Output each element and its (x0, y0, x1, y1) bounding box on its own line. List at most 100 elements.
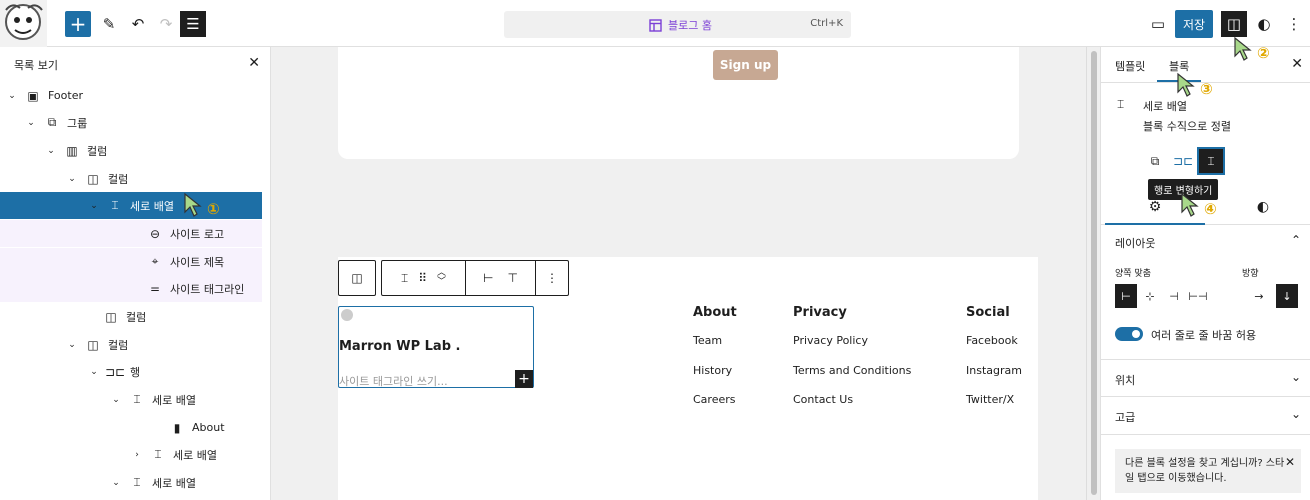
arrow-right-icon[interactable]: → (1248, 284, 1270, 308)
desktop-icon: ▭ (1150, 15, 1166, 33)
arrow-down-icon[interactable]: ↓ (1276, 284, 1298, 308)
list-view-item[interactable]: ◫ 컬럼 (0, 303, 262, 330)
styles-moved-notice: 다른 블록 설정을 찾고 계십니까? 스타일 탭으로 이동했습니다. ✕ (1115, 449, 1301, 493)
advanced-panel-header[interactable]: 고급 ⌄ (1101, 397, 1310, 435)
justify-label: 양쪽 맞춤 (1115, 269, 1151, 279)
chevron-icon[interactable]: ⌄ (66, 340, 78, 350)
site-tagline-input[interactable]: 사이트 태그라인 쓰기... (339, 373, 448, 389)
cursor-arrow-icon (1181, 192, 1199, 217)
more-options-button[interactable]: ⋮ (1281, 11, 1307, 37)
move-arrows-icon[interactable]: ︿ ﹀ (437, 269, 446, 287)
footer-heading: Privacy (793, 305, 847, 320)
chevron-icon[interactable]: ⌄ (110, 478, 122, 488)
settings-button[interactable]: ◫ (1221, 11, 1247, 37)
list-view-item-label: 세로 배열 (152, 476, 196, 490)
transform-group-button[interactable]: ⧉ (1141, 147, 1169, 175)
list-view-item[interactable]: ⌖ 사이트 제목 (0, 248, 262, 275)
list-view-item[interactable]: › ⌶ 세로 배열 (0, 441, 262, 468)
list-view-item[interactable]: ⌄ ⊐⊏ 행 (0, 358, 262, 385)
align-top-icon[interactable]: ⊤ (508, 271, 518, 285)
footer-link[interactable]: Instagram (966, 364, 1022, 394)
site-logo[interactable] (0, 0, 47, 47)
direction-label: 방향 (1242, 269, 1259, 279)
chevron-icon[interactable]: ⌄ (88, 367, 100, 377)
footer-column-privacy: Privacy Privacy Policy Terms and Conditi… (793, 305, 911, 423)
site-title[interactable]: Marron WP Lab . (339, 339, 460, 354)
transform-stack-button[interactable]: ⌶ (1197, 147, 1225, 175)
list-view-button[interactable]: ☰ (180, 11, 206, 37)
list-view-title: 목록 보기 (14, 59, 58, 72)
position-panel-header[interactable]: 위치 ⌄ (1101, 359, 1310, 397)
view-button[interactable]: ▭ (1145, 11, 1171, 37)
list-view-item[interactable]: ⌄ ▥ 컬럼 (0, 137, 262, 164)
canvas-scrollbar[interactable] (1086, 47, 1100, 500)
wrap-toggle[interactable] (1115, 327, 1143, 341)
signup-card[interactable]: Sign up (338, 47, 1019, 159)
footer-link[interactable]: Contact Us (793, 393, 911, 423)
justify-right-icon[interactable]: ⊣ (1163, 284, 1185, 308)
drag-handle-icon[interactable]: ⠿ (418, 271, 427, 285)
save-button[interactable]: 저장 (1175, 10, 1213, 38)
block-type-icon: = (149, 281, 161, 296)
list-view-item[interactable]: ⌄ ⌶ 세로 배열 (0, 386, 262, 413)
chevron-icon[interactable]: ⌄ (6, 91, 18, 101)
plus-icon: + (518, 371, 530, 387)
sidebar-icon: ◫ (1226, 15, 1242, 33)
command-palette[interactable]: 블로그 홈 Ctrl+K (504, 11, 851, 38)
undo-button[interactable]: ↶ (125, 11, 151, 37)
styles-button[interactable]: ◐ (1251, 11, 1277, 37)
redo-button[interactable]: ↷ (153, 11, 179, 37)
add-block-inline-button[interactable]: + (515, 370, 533, 388)
stack-icon[interactable]: ⌶ (401, 271, 408, 286)
chevron-icon[interactable]: ⌄ (25, 118, 37, 128)
gear-icon[interactable]: ⚙ (1105, 199, 1205, 225)
chevron-icon[interactable]: ⌄ (88, 201, 100, 211)
footer-link[interactable]: History (693, 364, 737, 394)
transform-row-button[interactable]: ⊐⊏ (1169, 147, 1197, 175)
chevron-icon[interactable]: ⌄ (110, 395, 122, 405)
layout-panel-title: 레이아웃 (1115, 237, 1156, 250)
justify-center-icon[interactable]: ⊹ (1139, 284, 1161, 308)
footer-link[interactable]: Terms and Conditions (793, 364, 911, 394)
tools-button[interactable]: ✎ (96, 11, 122, 37)
site-logo-placeholder[interactable] (341, 309, 353, 321)
footer-link[interactable]: Twitter/X (966, 393, 1022, 423)
block-options-button[interactable]: ⋮ (536, 261, 568, 295)
justify-left-icon[interactable]: ⊢ (1115, 284, 1137, 308)
footer-link[interactable]: Team (693, 334, 737, 364)
list-view-item[interactable]: ⊖ 사이트 로고 (0, 220, 262, 247)
list-view-item[interactable]: ⌄ ⧉ 그룹 (0, 109, 262, 136)
close-icon[interactable]: ✕ (1285, 455, 1295, 470)
signup-button[interactable]: Sign up (713, 50, 778, 80)
footer-heading: Social (966, 305, 1010, 320)
chevron-icon[interactable]: ⌄ (66, 174, 78, 184)
block-type-icon: ⊐⊏ (104, 364, 126, 379)
footer-link[interactable]: Facebook (966, 334, 1022, 364)
justify-left-icon[interactable]: ⊢ (483, 271, 493, 285)
list-view-item[interactable]: ▮ About (0, 414, 262, 441)
chevron-icon[interactable]: ⌄ (45, 146, 57, 156)
list-view-item[interactable]: ⌄ ⌶ 세로 배열 (0, 192, 262, 219)
justify-stretch-icon[interactable]: ⊢⊣ (1187, 284, 1209, 308)
footer-link[interactable]: Careers (693, 393, 737, 423)
chevron-icon[interactable]: › (131, 450, 143, 460)
list-view-item[interactable]: ⌄ ⌶ 세로 배열 (0, 469, 262, 496)
scrollbar-thumb[interactable] (1091, 51, 1097, 495)
add-block-button[interactable]: + (65, 11, 91, 37)
tab-template[interactable]: 템플릿 (1115, 58, 1145, 74)
block-type-icon: ⌶ (133, 475, 141, 489)
list-view-item[interactable]: ⌄ ▣ Footer (0, 82, 262, 109)
selected-stack-block[interactable]: Marron WP Lab . 사이트 태그라인 쓰기... + (338, 306, 534, 388)
list-view-item[interactable]: ⌄ ◫ 컬럼 (0, 165, 262, 192)
select-parent-button[interactable]: ◫ (338, 260, 376, 296)
list-view-item-label: 컬럼 (126, 310, 147, 324)
list-view-item[interactable]: ⌄ ◫ 컬럼 (0, 331, 262, 358)
list-view-item[interactable]: = 사이트 태그라인 (0, 275, 262, 302)
layout-panel-header[interactable]: 레이아웃 ⌃ (1101, 223, 1310, 261)
footer-link[interactable]: Privacy Policy (793, 334, 911, 364)
contrast-icon[interactable]: ◐ (1253, 199, 1273, 215)
close-icon[interactable]: ✕ (1291, 56, 1303, 72)
row-icon: ⊐⊏ (1172, 154, 1194, 168)
close-icon[interactable]: ✕ (248, 55, 260, 71)
command-title-text: 블로그 홈 (668, 19, 712, 32)
